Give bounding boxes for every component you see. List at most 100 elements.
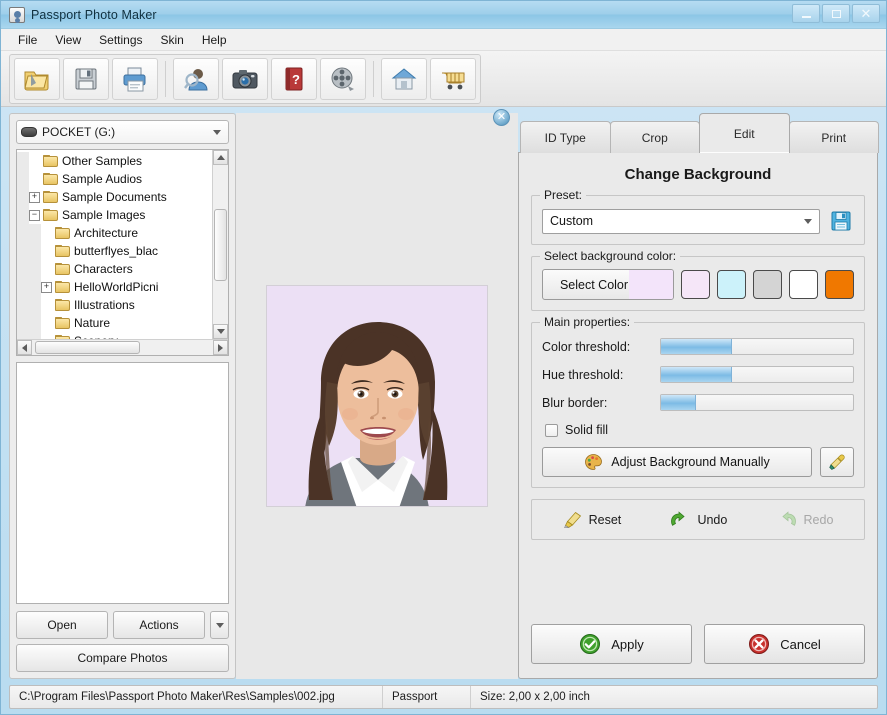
tree-indent-guide	[29, 314, 41, 332]
camera-button[interactable]	[222, 57, 268, 100]
compare-photos-button[interactable]: Compare Photos	[16, 644, 229, 672]
tree-item[interactable]: Sample Audios	[17, 170, 212, 188]
folder-tree-list[interactable]: Other Samples Sample Audios + Sample Docume…	[17, 150, 212, 339]
open-button[interactable]: Open	[16, 611, 108, 639]
expand-icon[interactable]: +	[41, 281, 52, 293]
tree-vertical-scrollbar[interactable]	[212, 150, 228, 339]
scroll-down-button[interactable]	[213, 324, 228, 339]
cancel-button[interactable]: Cancel	[704, 624, 865, 664]
chevron-down-icon	[804, 218, 812, 224]
file-explorer-panel: POCKET (G:) Other Samples Sample Audios + S…	[9, 113, 236, 679]
save-button[interactable]	[63, 57, 109, 100]
color-swatch-1[interactable]	[681, 270, 710, 299]
photo-preview[interactable]	[266, 285, 488, 507]
video-button[interactable]	[320, 57, 366, 100]
open-photo-button[interactable]	[14, 57, 60, 100]
tree-item[interactable]: Illustrations	[17, 296, 212, 314]
select-color-button[interactable]: Select Color	[542, 269, 674, 300]
tab-crop[interactable]: Crop	[609, 121, 700, 153]
eyedropper-button[interactable]	[820, 447, 854, 477]
menu-item-view[interactable]: View	[46, 30, 90, 50]
preset-dropdown[interactable]: Custom	[542, 208, 820, 234]
reset-label: Reset	[588, 512, 622, 527]
portrait-photo	[267, 286, 487, 506]
tree-item[interactable]: Characters	[17, 260, 212, 278]
minimize-button[interactable]	[792, 4, 820, 23]
tab-print[interactable]: Print	[788, 121, 879, 153]
drive-selector[interactable]: POCKET (G:)	[16, 120, 229, 144]
window-title: Passport Photo Maker	[31, 7, 157, 22]
tree-item[interactable]: + Sample Documents	[17, 188, 212, 206]
save-preset-button[interactable]	[828, 208, 854, 234]
tree-indent-guide	[17, 152, 29, 170]
menu-item-file[interactable]: File	[9, 30, 46, 50]
color-swatch-2[interactable]	[717, 270, 746, 299]
color-swatch-4[interactable]	[789, 270, 818, 299]
hue-threshold-slider[interactable]	[660, 366, 854, 383]
collapse-icon[interactable]: −	[29, 209, 40, 221]
tree-item-label: Characters	[74, 262, 133, 276]
hue-threshold-label: Hue threshold:	[542, 367, 624, 382]
person-preview-button[interactable]	[173, 57, 219, 100]
tree-item[interactable]: Scenery	[17, 332, 212, 339]
menu-item-skin[interactable]: Skin	[152, 30, 193, 50]
reset-button[interactable]: Reset	[557, 509, 628, 530]
color-threshold-slider[interactable]	[660, 338, 854, 355]
tree-item-label: Sample Documents	[62, 190, 167, 204]
tree-item[interactable]: Other Samples	[17, 152, 212, 170]
window-controls: ✕	[792, 4, 880, 23]
print-button[interactable]	[112, 57, 158, 100]
scroll-up-button[interactable]	[213, 150, 228, 165]
color-swatch-5[interactable]	[825, 270, 854, 299]
actions-button[interactable]: Actions	[113, 611, 205, 639]
tree-item-label: Architecture	[74, 226, 139, 240]
tree-horizontal-scrollbar[interactable]	[17, 339, 228, 355]
edit-tab-content: Change Background Preset: Custom Select …	[518, 152, 878, 679]
thumbnail-list[interactable]	[16, 362, 229, 604]
main-properties-group-label: Main properties:	[540, 315, 635, 329]
scroll-thumb-horizontal[interactable]	[35, 341, 140, 354]
main-content: POCKET (G:) Other Samples Sample Audios + S…	[1, 107, 886, 679]
apply-button[interactable]: Apply	[531, 624, 692, 664]
undo-button[interactable]: Undo	[664, 509, 733, 530]
status-size: Size: 2,00 x 2,00 inch	[470, 686, 877, 708]
eyedropper-icon	[828, 454, 845, 470]
help-button[interactable]: ?	[271, 57, 317, 100]
tree-item[interactable]: Nature	[17, 314, 212, 332]
actions-dropdown-button[interactable]	[210, 611, 229, 639]
tab-id-type[interactable]: ID Type	[520, 121, 611, 153]
tree-indent-guide	[17, 296, 29, 314]
status-path: C:\Program Files\Passport Photo Maker\Re…	[19, 691, 335, 703]
tree-item-label: Sample Audios	[62, 172, 143, 186]
menu-item-help[interactable]: Help	[193, 30, 236, 50]
solid-fill-checkbox[interactable]: Solid fill	[545, 423, 854, 437]
color-swatch-3[interactable]	[753, 270, 782, 299]
chevron-down-icon	[215, 622, 224, 628]
adjust-background-manually-button[interactable]: Adjust Background Manually	[542, 447, 812, 477]
scroll-thumb[interactable]	[214, 209, 227, 281]
expand-icon[interactable]: +	[29, 191, 40, 203]
redo-button: Redo	[771, 509, 840, 530]
home-button[interactable]	[381, 57, 427, 100]
preset-group-label: Preset:	[540, 188, 587, 202]
scroll-right-button[interactable]	[213, 340, 228, 355]
buy-button[interactable]	[430, 57, 476, 100]
tab-edit[interactable]: Edit	[699, 113, 790, 153]
blur-border-slider[interactable]	[660, 394, 854, 411]
folder-icon	[55, 335, 70, 339]
close-button[interactable]: ✕	[852, 4, 880, 23]
palette-icon	[585, 453, 603, 470]
green-check-icon	[580, 634, 601, 654]
preset-value: Custom	[550, 214, 594, 228]
tree-item[interactable]: + HelloWorldPicni	[17, 278, 212, 296]
close-circle-icon[interactable]: ✕	[493, 109, 510, 126]
maximize-button[interactable]	[822, 4, 850, 23]
action-buttons: Apply Cancel	[531, 624, 865, 668]
menu-item-settings[interactable]: Settings	[90, 30, 151, 50]
tree-item[interactable]: − Sample Images	[17, 206, 212, 224]
folder-icon	[55, 227, 70, 239]
scroll-left-button[interactable]	[17, 340, 32, 355]
tree-item[interactable]: butterflyes_blac	[17, 242, 212, 260]
tree-item-label: Illustrations	[74, 298, 135, 312]
tree-item[interactable]: Architecture	[17, 224, 212, 242]
